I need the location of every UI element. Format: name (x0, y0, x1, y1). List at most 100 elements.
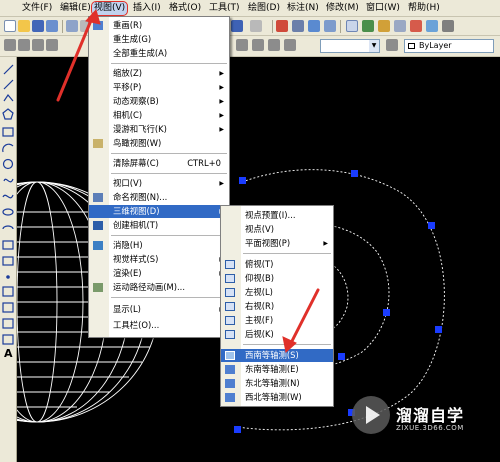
radius-dimension-icon[interactable] (236, 39, 248, 51)
aligned-dimension-icon[interactable] (18, 39, 30, 51)
dimension-toolbar: ▼ ByLayer (0, 36, 500, 57)
markup-icon[interactable] (410, 20, 422, 32)
standard-toolbar (0, 17, 500, 36)
menu-item-viewports[interactable]: 视口(V) ▶ (89, 177, 229, 190)
grip-point (234, 426, 241, 433)
open-folder-icon[interactable] (18, 20, 30, 32)
save-icon[interactable] (32, 20, 44, 32)
calculator-icon[interactable] (426, 20, 438, 32)
plot-preview-icon[interactable] (66, 20, 78, 32)
print-icon[interactable] (46, 20, 58, 32)
menu-item-camera[interactable]: 相机(C) ▶ (89, 109, 229, 122)
back-view-icon (225, 330, 235, 339)
menu-item-nw-isometric[interactable]: 西北等轴测(W) (221, 391, 333, 404)
menu-item-toolbars[interactable]: 工具栏(O)... (89, 319, 229, 332)
menu-item-hide[interactable]: 消隐(H) (89, 239, 229, 252)
grip-point (383, 309, 390, 316)
arc-length-icon[interactable] (32, 39, 44, 51)
linear-dimension-icon[interactable] (4, 39, 16, 51)
menu-item-regen[interactable]: 重生成(G) (89, 33, 229, 46)
grip-point (428, 222, 435, 229)
draw-tools-icons[interactable] (0, 57, 17, 462)
new-file-icon[interactable] (4, 20, 16, 32)
dimension-style-combo[interactable]: ▼ (320, 39, 380, 53)
menu-item-create-camera[interactable]: 创建相机(T) (89, 219, 229, 232)
ordinate-dimension-icon[interactable] (46, 39, 58, 51)
zoom-previous-icon[interactable] (324, 20, 336, 32)
menu-item-plan-view[interactable]: 平面视图(P) ▶ (221, 237, 333, 250)
menu-modify[interactable]: 修改(M) (326, 2, 359, 15)
menu-item-ne-isometric[interactable]: 东北等轴测(N) (221, 377, 333, 390)
menu-item-regen-all[interactable]: 全部重生成(A) (89, 47, 229, 60)
menu-item-aerial-view[interactable]: 鸟瞰视图(W) (89, 137, 229, 150)
submenu-arrow-icon: ▶ (219, 126, 224, 133)
menu-item-display[interactable]: 显示(L)▶ (89, 303, 229, 316)
menu-item-right[interactable]: 右视(R) (221, 300, 333, 313)
submenu-arrow-icon: ▶ (219, 98, 224, 105)
menu-item-orbit[interactable]: 动态观察(B) ▶ (89, 95, 229, 108)
center-mark-icon[interactable] (268, 39, 280, 51)
design-center-icon[interactable] (362, 20, 374, 32)
menu-help[interactable]: 帮助(H) (408, 2, 440, 15)
insert-block-icon (2, 240, 14, 250)
hide-icon (93, 241, 103, 250)
menu-item-3d-views[interactable]: 三维视图(D)▶ (89, 205, 229, 218)
help-icon[interactable] (442, 20, 454, 32)
left-view-icon (225, 288, 235, 297)
menu-format[interactable]: 格式(O) (169, 2, 201, 15)
watermark-url: ZIXUE.3D66.COM (396, 424, 464, 432)
menu-item-se-isometric[interactable]: 东南等轴测(E) (221, 363, 333, 376)
menu-item-back[interactable]: 后视(K) (221, 328, 333, 341)
ellipse-arc-icon (2, 225, 14, 230)
dimension-edit-icon[interactable] (284, 39, 296, 51)
menu-tools[interactable]: 工具(T) (209, 2, 240, 15)
color-combo[interactable]: ByLayer (404, 39, 494, 53)
menu-item-walk-fly[interactable]: 漫游和飞行(K) ▶ (89, 123, 229, 136)
gradient-icon (2, 302, 14, 313)
menu-file[interactable]: 文件(F) (22, 2, 52, 15)
properties-icon[interactable] (346, 20, 358, 32)
menu-item-left[interactable]: 左视(L) (221, 286, 333, 299)
bottom-view-icon (225, 274, 235, 283)
pan-icon[interactable] (276, 20, 288, 32)
spline-icon (2, 194, 14, 199)
tolerance-icon[interactable] (252, 39, 264, 51)
circle-icon (2, 158, 14, 170)
redo-icon[interactable] (250, 20, 262, 32)
menu-window[interactable]: 窗口(W) (366, 2, 400, 15)
sheet-set-icon[interactable] (394, 20, 406, 32)
menu-item-visual-styles[interactable]: 视觉样式(S)▶ (89, 253, 229, 266)
draw-tool-palette: A (0, 57, 17, 462)
menu-view[interactable]: 视图(V) (91, 1, 129, 16)
revision-cloud-icon (3, 178, 14, 183)
zoom-window-icon[interactable] (308, 20, 320, 32)
menu-dimension[interactable]: 标注(N) (287, 2, 319, 15)
tool-palettes-icon[interactable] (378, 20, 390, 32)
menu-item-bottom[interactable]: 仰视(B) (221, 272, 333, 285)
menu-separator (243, 344, 331, 345)
dimension-style-icon[interactable] (386, 39, 398, 51)
menu-item-pan[interactable]: 平移(P) ▶ (89, 81, 229, 94)
menu-insert[interactable]: 插入(I) (133, 2, 161, 15)
menu-item-redraw[interactable]: 重画(R) (89, 19, 229, 32)
menu-item-front[interactable]: 主视(F) (221, 314, 333, 327)
menu-item-named-views[interactable]: 命名视图(N)... (89, 191, 229, 204)
menu-edit[interactable]: 编辑(E) (60, 2, 91, 15)
menu-draw[interactable]: 绘图(D) (248, 2, 280, 15)
menu-item-sw-isometric[interactable]: 西南等轴测(S) (221, 349, 333, 362)
menu-item-motion-path[interactable]: 运动路径动画(M)... (89, 281, 229, 294)
menu-item-viewpoint-presets[interactable]: 视点预置(I)... (221, 209, 333, 222)
multiline-text-icon[interactable]: A (4, 347, 13, 360)
menu-item-viewpoint[interactable]: 视点(V) (221, 223, 333, 236)
arc-icon (2, 143, 14, 153)
menu-item-clean-screen[interactable]: 清除屏幕(C) CTRL+0 (89, 157, 229, 170)
zoom-realtime-icon[interactable] (292, 20, 304, 32)
menu-item-top[interactable]: 俯视(T) (221, 258, 333, 271)
toolbar-separator (340, 20, 341, 33)
menu-item-render[interactable]: 渲染(E)▶ (89, 267, 229, 280)
chevron-down-icon[interactable]: ▼ (369, 40, 379, 52)
menu-separator (111, 153, 227, 154)
make-block-icon (2, 256, 14, 266)
undo-icon[interactable] (231, 20, 243, 32)
menu-item-zoom[interactable]: 缩放(Z) ▶ (89, 67, 229, 80)
